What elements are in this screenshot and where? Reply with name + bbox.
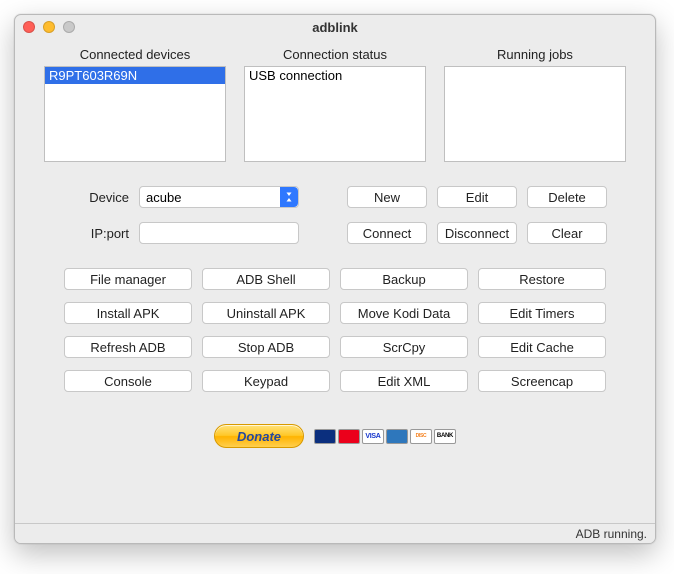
connected-devices-label: Connected devices bbox=[80, 47, 191, 62]
delete-button[interactable]: Delete bbox=[527, 186, 607, 208]
status-bar: ADB running. bbox=[15, 523, 655, 543]
new-button[interactable]: New bbox=[347, 186, 427, 208]
window-title: adblink bbox=[15, 20, 655, 35]
running-jobs-box bbox=[444, 66, 626, 162]
device-label: Device bbox=[69, 190, 129, 205]
ipport-input[interactable] bbox=[139, 222, 299, 244]
connection-status-pane: Connection status USB connection bbox=[244, 47, 426, 162]
edit-button[interactable]: Edit bbox=[437, 186, 517, 208]
clear-button[interactable]: Clear bbox=[527, 222, 607, 244]
screencap-button[interactable]: Screencap bbox=[478, 370, 606, 392]
connection-status-box: USB connection bbox=[244, 66, 426, 162]
maestro-icon bbox=[314, 429, 336, 444]
install-apk-button[interactable]: Install APK bbox=[64, 302, 192, 324]
edit-cache-button[interactable]: Edit Cache bbox=[478, 336, 606, 358]
connection-status-text: USB connection bbox=[245, 67, 425, 84]
list-item[interactable]: R9PT603R69N bbox=[45, 67, 225, 84]
backup-button[interactable]: Backup bbox=[340, 268, 468, 290]
content-area: Connected devices R9PT603R69N Connection… bbox=[15, 39, 655, 523]
stop-adb-button[interactable]: Stop ADB bbox=[202, 336, 330, 358]
device-select[interactable]: acube bbox=[139, 186, 299, 208]
mastercard-icon bbox=[338, 429, 360, 444]
device-form: Device acube New Edit Delete IP:port Con… bbox=[69, 186, 631, 244]
visa-icon: VISA bbox=[362, 429, 384, 444]
refresh-adb-button[interactable]: Refresh ADB bbox=[64, 336, 192, 358]
bank-icon: BANK bbox=[434, 429, 456, 444]
connect-button[interactable]: Connect bbox=[347, 222, 427, 244]
donate-button[interactable]: Donate bbox=[214, 424, 304, 448]
amex-icon bbox=[386, 429, 408, 444]
payment-cards: VISA DISC BANK bbox=[314, 429, 456, 444]
running-jobs-label: Running jobs bbox=[497, 47, 573, 62]
donate-row: Donate VISA DISC BANK bbox=[33, 424, 637, 448]
titlebar: adblink bbox=[15, 15, 655, 39]
file-manager-button[interactable]: File manager bbox=[64, 268, 192, 290]
device-select-value: acube bbox=[146, 190, 181, 205]
panes-row: Connected devices R9PT603R69N Connection… bbox=[33, 47, 637, 162]
running-jobs-text bbox=[445, 67, 625, 69]
status-text: ADB running. bbox=[576, 527, 647, 541]
device-row: Device acube New Edit Delete bbox=[69, 186, 631, 208]
action-grid: File manager ADB Shell Backup Restore In… bbox=[33, 268, 637, 392]
adb-shell-button[interactable]: ADB Shell bbox=[202, 268, 330, 290]
edit-xml-button[interactable]: Edit XML bbox=[340, 370, 468, 392]
chevron-up-down-icon bbox=[280, 187, 298, 207]
scrcpy-button[interactable]: ScrCpy bbox=[340, 336, 468, 358]
connection-status-label: Connection status bbox=[283, 47, 387, 62]
console-button[interactable]: Console bbox=[64, 370, 192, 392]
app-window: adblink Connected devices R9PT603R69N Co… bbox=[14, 14, 656, 544]
keypad-button[interactable]: Keypad bbox=[202, 370, 330, 392]
disconnect-button[interactable]: Disconnect bbox=[437, 222, 517, 244]
connected-devices-pane: Connected devices R9PT603R69N bbox=[44, 47, 226, 162]
discover-icon: DISC bbox=[410, 429, 432, 444]
ipport-label: IP:port bbox=[69, 226, 129, 241]
running-jobs-pane: Running jobs bbox=[444, 47, 626, 162]
ipport-row: IP:port Connect Disconnect Clear bbox=[69, 222, 631, 244]
edit-timers-button[interactable]: Edit Timers bbox=[478, 302, 606, 324]
restore-button[interactable]: Restore bbox=[478, 268, 606, 290]
uninstall-apk-button[interactable]: Uninstall APK bbox=[202, 302, 330, 324]
move-kodi-data-button[interactable]: Move Kodi Data bbox=[340, 302, 468, 324]
connected-devices-list[interactable]: R9PT603R69N bbox=[44, 66, 226, 162]
